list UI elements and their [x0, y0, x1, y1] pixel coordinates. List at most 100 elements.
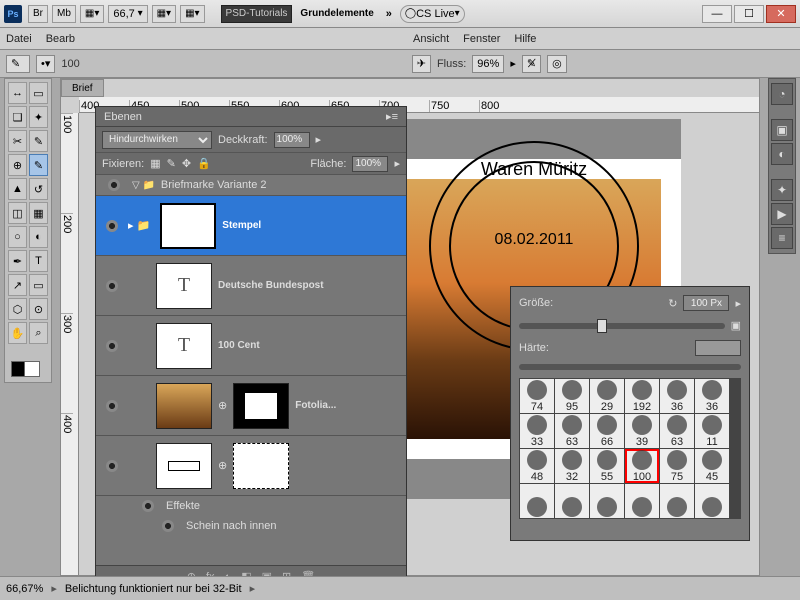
minimize-button[interactable]: — [702, 5, 732, 23]
reset-icon[interactable]: ↻ [668, 297, 677, 310]
history-panel-icon[interactable]: ≡ [771, 227, 793, 249]
brush-cell[interactable]: 11 [695, 414, 729, 448]
layer-thumb[interactable]: T [156, 263, 212, 309]
path-tool[interactable]: ↗ [8, 274, 27, 296]
brush-cell[interactable] [555, 484, 589, 518]
mask-thumb[interactable] [233, 383, 289, 429]
layer-row[interactable]: ⊕ [96, 436, 406, 496]
brush-cell[interactable]: 45 [695, 449, 729, 483]
vis-icon[interactable] [106, 280, 118, 292]
layer-row[interactable]: T Deutsche Bundespost [96, 256, 406, 316]
fill-input[interactable] [352, 156, 388, 172]
3d-tool[interactable]: ⬡ [8, 298, 27, 320]
hardness-input[interactable] [695, 340, 741, 356]
blend-mode-select[interactable]: Hindurchwirken [102, 131, 212, 149]
move-tool[interactable]: ↔ [8, 82, 27, 104]
heal-tool[interactable]: ⊕ [8, 154, 27, 176]
brush-cell[interactable]: 192 [625, 379, 659, 413]
layer-effect-item[interactable]: Schein nach innen [96, 516, 406, 536]
styles-panel-icon[interactable]: ✦ [771, 179, 793, 201]
lock-pos-icon[interactable]: ✥ [182, 157, 191, 170]
zoom-field[interactable]: 66,7 ▾ [108, 5, 147, 23]
status-zoom[interactable]: 66,67% [6, 583, 43, 595]
lock-trans-icon[interactable]: ▦ [150, 157, 160, 170]
blur-tool[interactable]: ○ [8, 226, 27, 248]
bg-color[interactable] [24, 361, 40, 377]
screenmode-button[interactable]: ▦▾ [152, 5, 176, 23]
vis-icon[interactable] [108, 179, 120, 191]
vis-icon[interactable] [162, 520, 174, 532]
marquee-tool[interactable]: ▭ [29, 82, 48, 104]
layer-effects[interactable]: Effekte [96, 496, 406, 516]
brush-cell[interactable]: 63 [555, 414, 589, 448]
document-tab[interactable]: Brief [61, 79, 104, 97]
bridge-button[interactable]: Br [28, 5, 48, 23]
layers-tab[interactable]: Ebenen [104, 111, 142, 123]
brush-cell[interactable]: 33 [520, 414, 554, 448]
brush-preset[interactable]: •▾ [36, 55, 55, 73]
brush-cell[interactable]: 36 [660, 379, 694, 413]
maximize-button[interactable]: ☐ [734, 5, 764, 23]
brush-cell[interactable]: 95 [555, 379, 589, 413]
brush-cell[interactable]: 100 [625, 449, 659, 483]
color-panel-icon[interactable]: ◔ [771, 83, 793, 105]
layer-thumb[interactable] [160, 203, 216, 249]
brush-cell[interactable]: 66 [590, 414, 624, 448]
brush-cell[interactable]: 39 [625, 414, 659, 448]
mask-thumb[interactable] [233, 443, 289, 489]
history-brush[interactable]: ↺ [29, 178, 48, 200]
pen-tool[interactable]: ✒ [8, 250, 27, 272]
brush-tool-icon[interactable]: ✎ [6, 55, 30, 73]
brush-cell[interactable] [520, 484, 554, 518]
opacity-input[interactable] [274, 132, 310, 148]
menu-ansicht[interactable]: Ansicht [413, 33, 449, 45]
actions-panel-icon[interactable]: ▶ [771, 203, 793, 225]
gradient-tool[interactable]: ▦ [29, 202, 48, 224]
workspace-grundelemente[interactable]: Grundelemente [296, 5, 377, 23]
brush-cell[interactable] [695, 484, 729, 518]
wand-tool[interactable]: ✦ [29, 106, 48, 128]
brush-cell[interactable]: 29 [590, 379, 624, 413]
cslive-button[interactable]: ◯ CS Live ▾ [400, 5, 465, 23]
chevron-icon[interactable]: ▸ [316, 133, 322, 146]
close-button[interactable]: ✕ [766, 5, 796, 23]
new-preset-icon[interactable]: ▣ [731, 319, 741, 332]
lasso-tool[interactable]: ❑ [8, 106, 27, 128]
type-tool[interactable]: T [29, 250, 48, 272]
layer-row[interactable]: ▸ 📁 Stempel [96, 196, 406, 256]
brush-cell[interactable] [660, 484, 694, 518]
brush-cell[interactable]: 48 [520, 449, 554, 483]
brush-cell[interactable]: 63 [660, 414, 694, 448]
target-icon[interactable]: ◎ [547, 55, 567, 73]
brush-cell[interactable]: 74 [520, 379, 554, 413]
layer-thumb[interactable]: T [156, 323, 212, 369]
chevron-icon[interactable]: ▸ [394, 157, 400, 170]
brush-tool[interactable]: ✎ [29, 154, 48, 176]
zoom-tool[interactable]: ⌕ [29, 322, 48, 344]
crop-tool[interactable]: ✂ [8, 130, 27, 152]
menu-bearbeiten[interactable]: Bearb [46, 33, 75, 45]
lock-all-icon[interactable]: 🔒 [197, 157, 211, 170]
layer-row[interactable]: T 100 Cent [96, 316, 406, 376]
brush-cell[interactable] [590, 484, 624, 518]
vis-icon[interactable] [106, 340, 118, 352]
brush-cell[interactable] [625, 484, 659, 518]
eraser-tool[interactable]: ◫ [8, 202, 27, 224]
brush-cell[interactable]: 32 [555, 449, 589, 483]
size-input[interactable] [683, 295, 729, 311]
lock-paint-icon[interactable]: ✎ [167, 157, 176, 170]
layer-group[interactable]: ▽ 📁 Briefmarke Variante 2 [96, 175, 406, 196]
swatches-panel-icon[interactable]: ▣ [771, 119, 793, 141]
hardness-slider[interactable] [519, 364, 741, 370]
tablet-pressure-icon[interactable]: ✎̸ [522, 55, 541, 73]
brush-cell[interactable]: 75 [660, 449, 694, 483]
layer-thumb[interactable] [156, 443, 212, 489]
chevron-down-icon[interactable]: ▸ [510, 57, 516, 70]
minibridge-button[interactable]: Mb [52, 5, 76, 23]
eyedropper-tool[interactable]: ✎ [29, 130, 48, 152]
menu-fenster[interactable]: Fenster [463, 33, 500, 45]
workspace-psdtutorials[interactable]: PSD-Tutorials [221, 5, 293, 23]
fluss-input[interactable]: 96% [472, 55, 504, 73]
shape-tool[interactable]: ▭ [29, 274, 48, 296]
more-chevron-icon[interactable]: » [386, 8, 392, 20]
